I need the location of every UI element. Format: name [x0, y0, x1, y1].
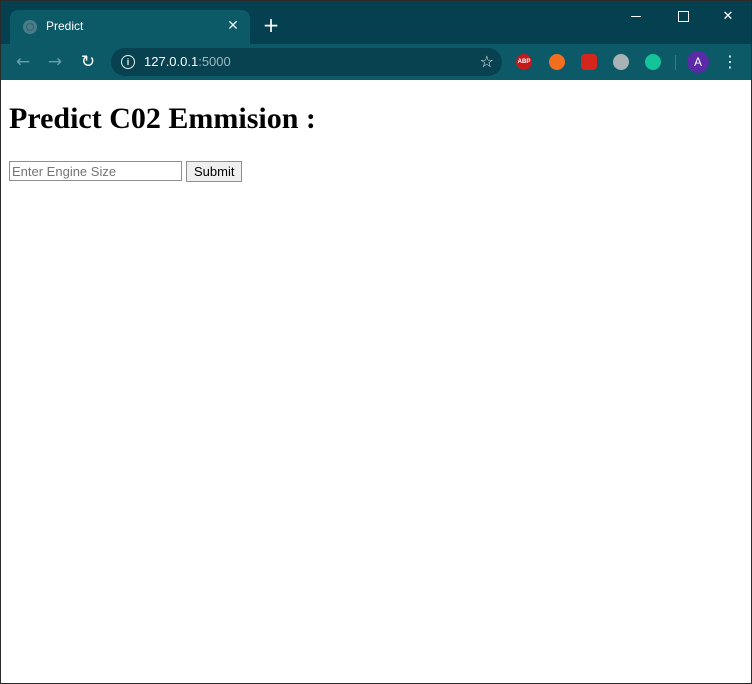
globe-icon: [23, 20, 37, 34]
page-title: Predict C02 Emmision :: [9, 102, 316, 135]
browser-window: Predict ✕ + ✕ ← → ↻ i 127.0.0.1:5000 ☆ A…: [0, 0, 752, 684]
reload-button[interactable]: ↻: [78, 52, 98, 72]
maximize-button[interactable]: [660, 4, 706, 32]
browser-tab[interactable]: Predict ✕: [10, 10, 250, 44]
site-info-icon[interactable]: i: [121, 55, 135, 69]
hand-block-icon[interactable]: [581, 54, 597, 70]
kebab-menu-icon[interactable]: ⋮: [722, 52, 738, 72]
grammarly-icon[interactable]: [645, 54, 661, 70]
back-button[interactable]: ←: [13, 52, 33, 72]
adblock-plus-icon[interactable]: ABP: [516, 54, 532, 70]
browser-toolbar: ← → ↻ i 127.0.0.1:5000 ☆ ABP A ⋮: [1, 44, 751, 80]
new-tab-button[interactable]: +: [261, 15, 281, 35]
firefox-relay-icon[interactable]: [549, 54, 565, 70]
maximize-icon: [677, 11, 689, 22]
submit-button[interactable]: Submit: [186, 161, 243, 182]
url-text: 127.0.0.1:5000: [144, 54, 231, 69]
minimize-icon: [631, 16, 641, 17]
tab-title: Predict: [46, 19, 84, 33]
drop-icon[interactable]: [613, 54, 629, 70]
address-bar[interactable]: i 127.0.0.1:5000 ☆: [111, 48, 502, 76]
profile-avatar[interactable]: A: [687, 51, 709, 73]
page-content: Predict C02 Emmision : Submit: [1, 80, 751, 683]
forward-button[interactable]: →: [45, 52, 65, 72]
title-bar: Predict ✕ + ✕: [1, 1, 751, 44]
url-port: :5000: [198, 54, 231, 69]
bookmark-star-icon[interactable]: ☆: [480, 52, 494, 71]
toolbar-divider: [675, 55, 676, 70]
url-host: 127.0.0.1: [144, 54, 199, 69]
minimize-button[interactable]: [613, 4, 659, 32]
tab-close-icon[interactable]: ✕: [224, 17, 242, 35]
window-close-button[interactable]: ✕: [705, 4, 751, 32]
engine-size-input[interactable]: [9, 161, 182, 181]
